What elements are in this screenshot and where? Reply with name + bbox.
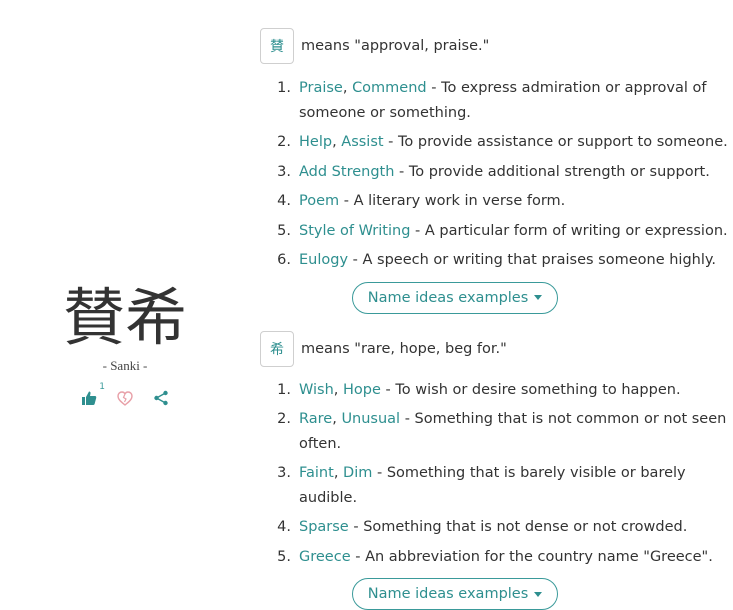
list-item: 6.Eulogy - A speech or writing that prai… [260,248,730,273]
list-item: 3.Faint, Dim - Something that is barely … [260,461,730,510]
list-item: 2.Help, Assist - To provide assistance o… [260,130,730,155]
meaning-term: Help [299,134,332,150]
meaning-term: Rare [299,411,332,427]
caret-down-icon [534,295,542,300]
button-row: Name ideas examples [260,578,650,610]
like-button[interactable]: 1 [79,388,99,408]
list-item: 5.Greece - An abbreviation for the count… [260,545,730,570]
meaning-term: Praise [299,80,343,96]
list-item: 1.Praise, Commend - To express admiratio… [260,76,730,125]
meaning-term: Greece [299,549,351,565]
list-item: 4.Poem - A literary work in verse form. [260,189,730,214]
like-count: 1 [99,382,105,392]
meaning-term: Wish [299,382,334,398]
favorite-button[interactable] [115,388,135,408]
kanji-meaning: means "approval, praise." [301,38,489,54]
name-romaji: - Sanki - [40,358,210,374]
kanji-badge[interactable]: 賛 [260,28,294,64]
list-item: 1.Wish, Hope - To wish or desire somethi… [260,378,730,403]
kanji-header: 希 means "rare, hope, beg for." [260,330,730,368]
thumbs-up-icon [81,390,97,406]
meaning-term: Unusual [341,411,400,427]
meaning-term: Add Strength [299,164,394,180]
meanings-panel: 賛 means "approval, praise." 1.Praise, Co… [260,27,730,610]
meaning-description: To wish or desire something to happen. [395,382,680,398]
button-row: Name ideas examples [260,282,650,314]
name-ideas-label: Name ideas examples [368,586,529,602]
list-item: 4.Sparse - Something that is not dense o… [260,515,730,540]
meaning-description: To provide additional strength or suppor… [409,164,710,180]
meaning-term: Poem [299,193,339,209]
meaning-list: 1.Wish, Hope - To wish or desire somethi… [260,378,730,570]
list-item: 2.Rare, Unusual - Something that is not … [260,407,730,456]
share-icon [153,390,169,406]
broken-heart-icon [117,391,133,406]
kanji-badge[interactable]: 希 [260,331,294,367]
action-bar: 1 [40,388,210,408]
name-ideas-button[interactable]: Name ideas examples [352,578,559,610]
name-ideas-button[interactable]: Name ideas examples [352,282,559,314]
meaning-list: 1.Praise, Commend - To express admiratio… [260,76,730,273]
meaning-term: Commend [352,80,427,96]
name-ideas-label: Name ideas examples [368,290,529,306]
meaning-term: Assist [341,134,383,150]
meaning-term: Sparse [299,519,349,535]
kanji-header: 賛 means "approval, praise." [260,27,730,65]
kanji-meaning: means "rare, hope, beg for." [301,341,507,357]
meaning-term: Dim [343,465,372,481]
meaning-description: A literary work in verse form. [354,193,566,209]
share-button[interactable] [151,388,171,408]
caret-down-icon [534,592,542,597]
meaning-description: A speech or writing that praises someone… [363,252,717,268]
kanji-section: 賛 means "approval, praise." 1.Praise, Co… [260,27,730,314]
meaning-term: Hope [343,382,381,398]
meaning-description: To provide assistance or support to some… [398,134,728,150]
kanji-section: 希 means "rare, hope, beg for." 1.Wish, H… [260,330,730,610]
list-item: 3.Add Strength - To provide additional s… [260,160,730,185]
list-item: 5.Style of Writing - A particular form o… [260,219,730,244]
name-card: 賛希 - Sanki - 1 [40,280,210,408]
meaning-description: Something that is not dense or not crowd… [363,519,687,535]
meaning-term: Eulogy [299,252,348,268]
meaning-term: Faint [299,465,334,481]
meaning-description: An abbreviation for the country name "Gr… [365,549,713,565]
meaning-description: A particular form of writing or expressi… [425,223,728,239]
name-kanji: 賛希 [40,280,210,356]
meaning-term: Style of Writing [299,223,410,239]
